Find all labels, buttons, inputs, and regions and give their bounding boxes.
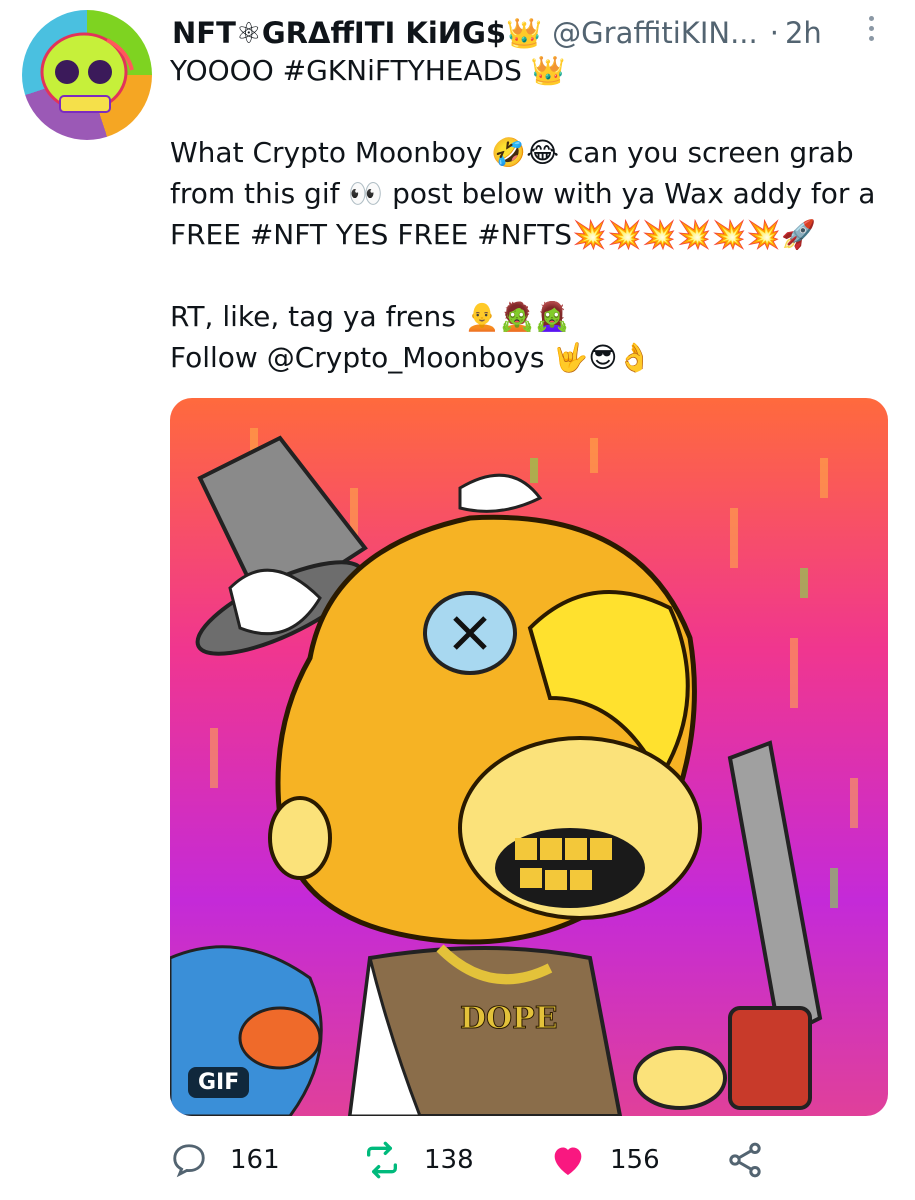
- tweet-text: YOOOO #GKNiFTYHEADS 👑 What Crypto Moonbo…: [170, 54, 876, 374]
- display-name[interactable]: NFT⚛GRΔffITI KiИG$👑: [172, 16, 542, 51]
- nft-artwork-image: DOPE: [170, 398, 888, 1116]
- more-icon[interactable]: [866, 14, 876, 44]
- share-button[interactable]: [725, 1135, 787, 1185]
- reply-count: 161: [230, 1145, 280, 1175]
- share-icon: [729, 1142, 761, 1178]
- retweet-icon: [367, 1141, 397, 1179]
- reply-icon: [173, 1144, 205, 1178]
- tweet-media-gif[interactable]: DOPE GIF: [170, 398, 888, 1116]
- chain-tag-text: DOPE: [460, 1001, 558, 1036]
- retweet-count: 138: [424, 1145, 474, 1175]
- avatar-skull-icon: [40, 32, 134, 113]
- heart-icon: [554, 1147, 582, 1175]
- separator-dot: ·: [769, 16, 779, 50]
- gif-badge: GIF: [188, 1067, 250, 1098]
- tweet-actions: 161 138 156: [170, 1135, 890, 1185]
- reply-button[interactable]: 161: [170, 1135, 280, 1185]
- like-count: 156: [610, 1145, 660, 1175]
- user-handle[interactable]: @GraffitiKIN...: [552, 16, 758, 50]
- avatar[interactable]: [22, 10, 152, 140]
- like-button[interactable]: 156: [548, 1135, 660, 1185]
- retweet-button[interactable]: 138: [362, 1135, 474, 1185]
- timestamp[interactable]: 2h: [785, 16, 822, 50]
